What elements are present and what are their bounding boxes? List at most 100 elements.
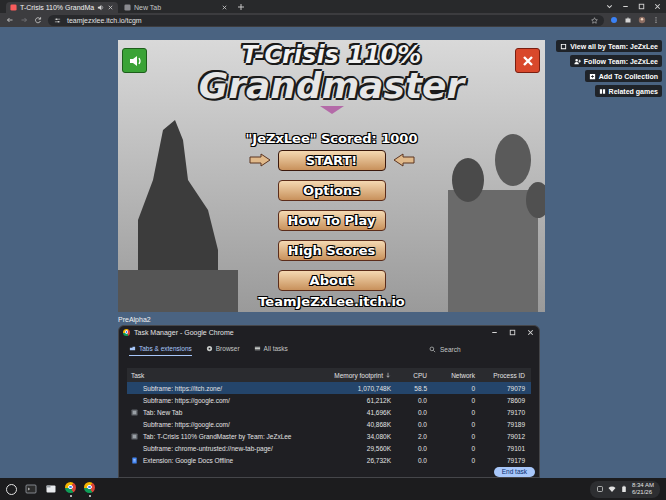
user-tool-button[interactable]: Related games [595, 85, 662, 97]
column-header[interactable]: Task [131, 372, 323, 379]
tab-search-icon[interactable] [605, 2, 614, 11]
user-tool-button[interactable]: Add To Collection [585, 70, 662, 82]
version-caption: PreAlpha2 [118, 316, 666, 324]
menu-button[interactable]: High Scores [278, 240, 386, 261]
chevron-icon [320, 106, 344, 114]
network-cell: 0 [431, 457, 475, 464]
exit-button[interactable] [515, 48, 540, 73]
address-bar[interactable]: teamjezxlee.itch.io/tcgm [48, 15, 604, 26]
task-manager-tab[interactable]: Browser [206, 343, 240, 356]
notification-icon [596, 485, 604, 493]
end-task-button[interactable]: End task [494, 467, 535, 477]
tab-label: T-Crisis 110% GrandMa [20, 4, 94, 11]
site-settings-icon[interactable] [54, 17, 61, 24]
table-row[interactable]: Subframe: https://google.com/ 40,868K 0.… [127, 418, 531, 430]
game-logo-line: T-Crisis 110% [242, 43, 422, 67]
table-row[interactable]: Tab: New Tab 41,696K 0.0 0 79170 [127, 406, 531, 418]
task-manager-tab[interactable]: All tasks [254, 343, 288, 356]
menu-icon[interactable] [652, 16, 660, 24]
memory-cell: 40,868K [327, 421, 391, 428]
profile-icon[interactable] [638, 16, 646, 24]
chrome-icon[interactable] [84, 482, 95, 493]
search-field[interactable]: Search [429, 344, 529, 355]
menu-button[interactable]: How To Play [278, 210, 386, 231]
menu-button[interactable]: About [278, 270, 386, 291]
menu-button[interactable]: Options [278, 180, 386, 201]
table-row[interactable]: Extension: Google Docs Offline 26,732K 0… [127, 454, 531, 466]
tab-category-icon [129, 345, 136, 352]
tab-favicon-icon [131, 433, 138, 440]
maximize-icon[interactable] [508, 328, 517, 337]
status-tray[interactable]: 8:34 AM 6/21/26 [590, 481, 660, 498]
user-tool-button[interactable]: Follow Team: JeZxLee [570, 55, 662, 67]
close-window-icon[interactable] [653, 2, 662, 11]
tab-strip: T-Crisis 110% GrandMa New Tab [0, 0, 666, 13]
close-icon[interactable] [221, 4, 228, 11]
close-icon [520, 53, 536, 69]
pid-cell: 79079 [479, 385, 525, 392]
task-manager-window: Task Manager - Google Chrome Tabs & exte… [118, 325, 540, 478]
minimize-icon[interactable] [490, 328, 499, 337]
score-text: "JeZxLee" Scored: 1000 [246, 131, 418, 147]
menu-row: START! [248, 150, 416, 171]
window-title: Task Manager - Google Chrome [134, 329, 234, 336]
pid-cell: 79101 [479, 445, 525, 452]
battery-icon [620, 485, 628, 493]
extension-icon[interactable] [610, 16, 618, 24]
network-cell: 0 [431, 385, 475, 392]
column-header[interactable]: CPU [395, 372, 427, 379]
time-text: 8:34 AM [632, 482, 654, 489]
launcher-icon[interactable] [6, 484, 17, 495]
close-icon[interactable] [107, 4, 114, 11]
left-arrow-icon [393, 153, 415, 167]
cpu-cell: 2.0 [395, 433, 427, 440]
new-tab-icon[interactable] [237, 3, 245, 11]
tab-row: Tabs & extensions Browser All tasks Sear… [119, 338, 539, 360]
user-tool-button[interactable]: View all by Team: JeZxLee [556, 40, 662, 52]
browser-tab[interactable]: New Tab [120, 2, 232, 13]
task-cell: Subframe: https://google.com/ [131, 396, 323, 404]
pid-cell: 79189 [479, 421, 525, 428]
sound-button[interactable] [122, 48, 147, 73]
column-header[interactable]: Network [431, 372, 475, 379]
reload-icon[interactable] [34, 16, 42, 24]
tab-category-icon [206, 345, 213, 352]
right-arrow-icon [249, 153, 271, 167]
table-row[interactable]: Subframe: https://itch.zone/ 1,070,748K … [127, 382, 531, 394]
minimize-icon[interactable] [621, 2, 630, 11]
close-icon[interactable] [526, 328, 535, 337]
clock: 8:34 AM 6/21/26 [632, 482, 654, 496]
cpu-cell: 0.0 [395, 445, 427, 452]
task-cell: Tab: New Tab [131, 408, 323, 416]
table-row[interactable]: Tab: T-Crisis 110% GrandMaster by Team: … [127, 430, 531, 442]
game-frame[interactable]: T-Crisis 110% Grandmaster "JeZxLee" Scor… [118, 40, 545, 312]
table-row[interactable]: Subframe: chrome-untrusted://new-tab-pag… [127, 442, 531, 454]
maximize-icon[interactable] [637, 2, 646, 11]
menu-button[interactable]: START! [278, 150, 386, 171]
desktop: T-Crisis 110% GrandMa New Tab teamjezxle… [0, 0, 666, 500]
game-url-text: TeamJeZxLee.itch.io [258, 294, 405, 310]
files-icon[interactable] [45, 483, 57, 495]
column-header[interactable]: Memory footprint [327, 372, 391, 379]
network-cell: 0 [431, 409, 475, 416]
column-header[interactable]: Process ID [479, 372, 525, 379]
tab-label: New Tab [134, 4, 218, 11]
menu-row: How To Play [248, 210, 416, 231]
browser-tab[interactable]: T-Crisis 110% GrandMa [6, 2, 118, 13]
speaker-icon [127, 53, 143, 69]
table-row[interactable]: Subframe: https://google.com/ 61,212K 0.… [127, 394, 531, 406]
memory-cell: 41,696K [327, 409, 391, 416]
star-icon[interactable] [591, 17, 598, 24]
favicon-icon [10, 4, 17, 11]
extensions-puzzle-icon[interactable] [624, 16, 632, 24]
task-manager-tab[interactable]: Tabs & extensions [129, 343, 192, 356]
speaker-icon[interactable] [97, 4, 104, 11]
chrome-icon[interactable] [65, 482, 76, 493]
terminal-icon[interactable] [25, 483, 37, 495]
pid-cell: 78609 [479, 397, 525, 404]
back-icon[interactable] [6, 16, 14, 24]
forward-icon[interactable] [20, 16, 28, 24]
url-text: teamjezxlee.itch.io/tcgm [67, 17, 142, 24]
memory-cell: 1,070,748K [327, 385, 391, 392]
network-cell: 0 [431, 433, 475, 440]
